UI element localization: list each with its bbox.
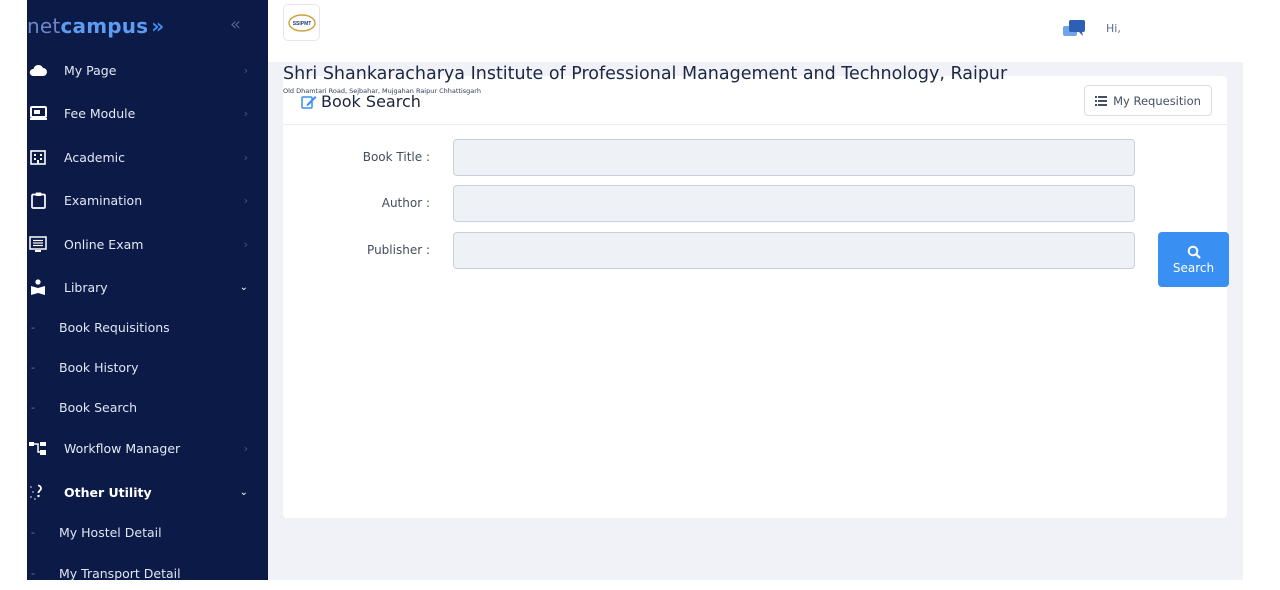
monitor-icon <box>29 104 47 122</box>
chevron-right-icon: › <box>243 106 248 120</box>
sidebar-item-academic[interactable]: Academic › <box>27 142 268 172</box>
chevron-right-icon: › <box>243 237 248 251</box>
sidebar-item-fee-module[interactable]: Fee Module › <box>27 98 268 128</box>
sidebar-item-label: Library <box>64 279 108 295</box>
top-header: SSIPMT Hi, <box>268 0 1243 62</box>
logo-name: campus <box>60 14 149 38</box>
logo-chevron-icon: » <box>151 14 165 38</box>
sidebar-item-library[interactable]: Library ⌄ <box>27 272 268 302</box>
chat-icon[interactable] <box>1063 20 1087 44</box>
chevron-right-icon: › <box>243 150 248 164</box>
institute-address: Old Dhamtari Road, Sejbahar, Mujgahan Ra… <box>283 87 481 95</box>
clipboard-icon <box>29 191 47 209</box>
institute-emblem-icon: SSIPMT <box>287 13 316 32</box>
bullet-dash: - <box>31 360 35 374</box>
author-row: Author : <box>283 185 1227 223</box>
bullet-dash: - <box>31 525 35 539</box>
bullet-dash: - <box>31 566 35 580</box>
list-icon <box>1095 95 1108 106</box>
sidebar-item-examination[interactable]: Examination › <box>27 185 268 215</box>
sidebar-item-my-page[interactable]: My Page › <box>27 55 268 85</box>
subitem-label: Book Search <box>59 399 138 415</box>
sidebar-item-label: Examination <box>64 192 143 208</box>
sidebar-subitem-book-requisitions[interactable]: - Book Requisitions <box>27 313 268 341</box>
sidebar-subitem-my-transport-detail[interactable]: - My Transport Detail <box>27 559 268 581</box>
sidebar-subitem-book-search[interactable]: - Book Search <box>27 393 268 421</box>
sidebar: net campus» « My Page › Fee Module › Acad… <box>27 0 268 580</box>
chevron-down-icon: ⌄ <box>239 281 248 293</box>
sidebar-subitem-book-history[interactable]: - Book History <box>27 353 268 381</box>
sidebar-item-label: Workflow Manager <box>64 440 181 456</box>
netcampus-logo[interactable]: net campus» <box>27 10 164 42</box>
subitem-label: My Hostel Detail <box>59 524 162 540</box>
sidebar-item-label: Academic <box>64 149 126 165</box>
book-title-label: Book Title : <box>362 150 430 164</box>
bullet-dash: - <box>31 320 35 334</box>
chevron-down-icon: ⌄ <box>239 486 248 498</box>
publisher-row: Publisher : <box>283 232 1227 270</box>
sidebar-item-label: Other Utility <box>64 484 152 500</box>
sidebar-item-label: My Page <box>64 62 117 78</box>
my-requisition-button[interactable]: My Requesition <box>1084 85 1212 116</box>
search-icon <box>1187 245 1201 259</box>
computer-screen-icon <box>29 235 47 253</box>
building-icon <box>29 148 47 166</box>
search-button-label: Search <box>1172 260 1215 275</box>
sidebar-item-online-exam[interactable]: Online Exam › <box>27 229 268 259</box>
institute-name: Shri Shankaracharya Institute of Profess… <box>283 64 1008 84</box>
sidebar-subitem-my-hostel-detail[interactable]: - My Hostel Detail <box>27 518 268 546</box>
author-input[interactable] <box>453 185 1135 222</box>
my-requisition-label: My Requesition <box>1113 93 1201 108</box>
sidebar-item-label: Fee Module <box>64 105 136 121</box>
reader-icon <box>29 278 47 296</box>
utility-question-icon <box>29 483 47 501</box>
svg-text:SSIPMT: SSIPMT <box>292 21 311 27</box>
subitem-label: My Transport Detail <box>59 565 181 581</box>
sidebar-item-other-utility[interactable]: Other Utility ⌄ <box>27 477 268 507</box>
sidebar-item-workflow-manager[interactable]: Workflow Manager › <box>27 433 268 463</box>
cloud-icon <box>29 61 47 79</box>
edit-icon <box>301 94 317 113</box>
bullet-dash: - <box>31 400 35 414</box>
workflow-icon <box>29 439 47 457</box>
publisher-label: Publisher : <box>367 243 430 257</box>
institute-logo[interactable]: SSIPMT <box>283 4 320 41</box>
book-title-input[interactable] <box>453 139 1135 176</box>
sidebar-item-label: Online Exam <box>64 236 144 252</box>
author-label: Author : <box>381 196 430 210</box>
user-greeting[interactable]: Hi, <box>1106 22 1121 35</box>
chevron-right-icon: › <box>243 441 248 455</box>
book-search-card: Book Search My Requesition Book Title : … <box>283 76 1227 518</box>
app-screen: net campus» « My Page › Fee Module › Acad… <box>0 0 1280 590</box>
subitem-label: Book History <box>59 359 139 375</box>
subitem-label: Book Requisitions <box>59 319 170 335</box>
logo-prefix: net <box>27 14 61 38</box>
chevron-right-icon: › <box>243 63 248 77</box>
publisher-input[interactable] <box>453 232 1135 269</box>
chevron-right-icon: › <box>243 193 248 207</box>
collapse-sidebar-button[interactable]: « <box>230 14 241 35</box>
book-title-row: Book Title : <box>283 139 1227 177</box>
main-content: Book Search My Requesition Book Title : … <box>268 62 1243 580</box>
search-button[interactable]: Search <box>1158 232 1229 287</box>
